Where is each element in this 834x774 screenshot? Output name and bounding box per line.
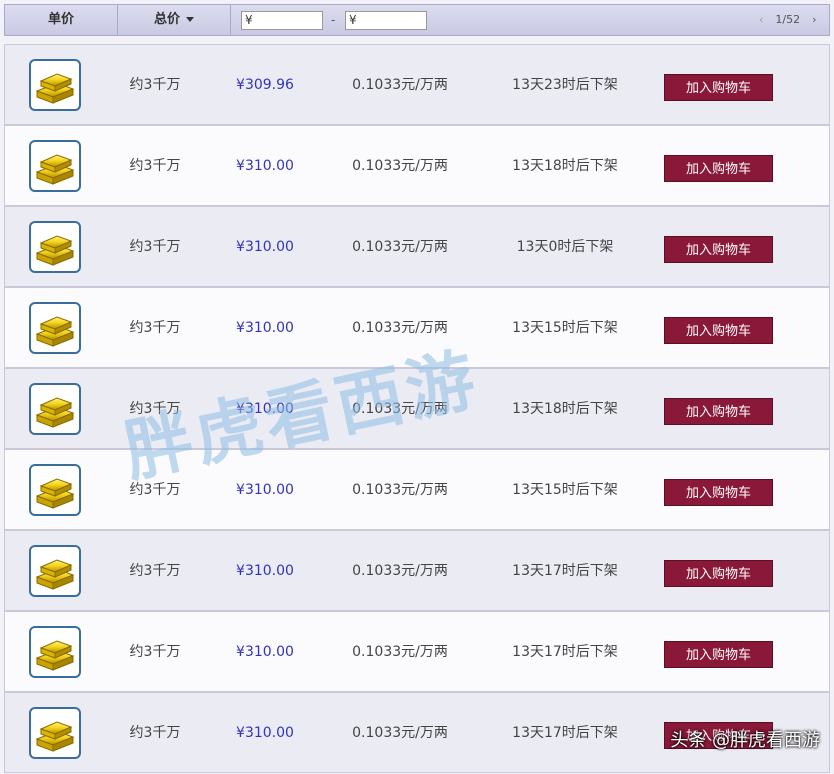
unit-price-cell: 0.1033元/万两 [352,77,448,93]
time-left-cell: 13天17时后下架 [512,725,618,741]
add-to-cart-button[interactable]: 加入购物车 [664,479,773,506]
table-row: 约3千万 ¥310.00 0.1033元/万两 13天17时后下架 加入购物车 [4,530,830,611]
pagination: ‹ 1/52 › [753,5,823,35]
gold-bars-icon[interactable] [29,464,81,516]
add-to-cart-button[interactable]: 加入购物车 [664,236,773,263]
min-price-input[interactable]: ¥ [241,11,323,30]
page-indicator: 1/52 [775,13,801,26]
unit-price-header[interactable]: 单价 [5,5,117,35]
time-left-cell: 13天18时后下架 [512,158,618,174]
listing-table: 约3千万 ¥309.96 0.1033元/万两 13天23时后下架 加入购物车 约3千万 ¥… [4,44,830,773]
total-price-cell: ¥310.00 [236,644,294,660]
amount-cell: 约3千万 [129,725,181,741]
time-left-cell: 13天15时后下架 [512,482,618,498]
total-price-sort-header[interactable]: 总价 [118,5,230,35]
unit-price-cell: 0.1033元/万两 [352,563,448,579]
total-price-cell: ¥310.00 [236,320,294,336]
table-row: 约3千万 ¥310.00 0.1033元/万两 13天15时后下架 加入购物车 [4,287,830,368]
total-price-label: 总价 [153,12,180,27]
table-row: 约3千万 ¥310.00 0.1033元/万两 13天18时后下架 加入购物车 [4,368,830,449]
gold-bars-icon[interactable] [29,140,81,192]
prev-page-icon[interactable]: ‹ [759,13,763,26]
gold-bars-icon[interactable] [29,302,81,354]
unit-price-cell: 0.1033元/万两 [352,239,448,255]
total-price-cell: ¥310.00 [236,158,294,174]
total-price-cell: ¥310.00 [236,725,294,741]
total-price-cell: ¥310.00 [236,239,294,255]
next-page-icon[interactable]: › [812,13,816,26]
total-price-cell: ¥310.00 [236,563,294,579]
amount-cell: 约3千万 [129,644,181,660]
unit-price-cell: 0.1033元/万两 [352,158,448,174]
max-price-input[interactable]: ¥ [345,11,427,30]
add-to-cart-button[interactable]: 加入购物车 [664,398,773,425]
total-price-cell: ¥310.00 [236,482,294,498]
add-to-cart-button[interactable]: 加入购物车 [664,641,773,668]
gold-bars-icon[interactable] [29,707,81,759]
table-row: 约3千万 ¥310.00 0.1033元/万两 13天0时后下架 加入购物车 [4,206,830,287]
unit-price-cell: 0.1033元/万两 [352,482,448,498]
time-left-cell: 13天17时后下架 [512,563,618,579]
gold-bars-icon[interactable] [29,59,81,111]
unit-price-cell: 0.1033元/万两 [352,725,448,741]
add-to-cart-button[interactable]: 加入购物车 [664,155,773,182]
table-row: 约3千万 ¥310.00 0.1033元/万两 13天15时后下架 加入购物车 [4,449,830,530]
gold-bars-icon[interactable] [29,383,81,435]
table-row: 约3千万 ¥309.96 0.1033元/万两 13天23时后下架 加入购物车 [4,44,830,125]
amount-cell: 约3千万 [129,239,181,255]
add-to-cart-button[interactable]: 加入购物车 [664,317,773,344]
unit-price-cell: 0.1033元/万两 [352,320,448,336]
table-header: 单价 总价 ¥ - ¥ ‹ 1/52 › [4,4,830,36]
add-to-cart-button[interactable]: 加入购物车 [664,560,773,587]
gold-bars-icon[interactable] [29,545,81,597]
unit-price-cell: 0.1033元/万两 [352,401,448,417]
amount-cell: 约3千万 [129,563,181,579]
table-row: 约3千万 ¥310.00 0.1033元/万两 13天17时后下架 加入购物车 [4,611,830,692]
time-left-cell: 13天17时后下架 [512,644,618,660]
time-left-cell: 13天23时后下架 [512,77,618,93]
price-range-dash: - [331,13,336,27]
table-row: 约3千万 ¥310.00 0.1033元/万两 13天18时后下架 加入购物车 [4,125,830,206]
time-left-cell: 13天15时后下架 [512,320,618,336]
total-price-cell: ¥310.00 [236,401,294,417]
amount-cell: 约3千万 [129,401,181,417]
time-left-cell: 13天18时后下架 [512,401,618,417]
gold-bars-icon[interactable] [29,626,81,678]
amount-cell: 约3千万 [129,158,181,174]
gold-bars-icon[interactable] [29,221,81,273]
header-divider [230,5,231,35]
amount-cell: 约3千万 [129,482,181,498]
total-price-cell: ¥309.96 [236,77,294,93]
unit-price-cell: 0.1033元/万两 [352,644,448,660]
source-credit: 头条 @胖虎看西游 [670,730,820,751]
amount-cell: 约3千万 [129,77,181,93]
amount-cell: 约3千万 [129,320,181,336]
time-left-cell: 13天0时后下架 [516,239,614,255]
add-to-cart-button[interactable]: 加入购物车 [664,74,773,101]
chevron-down-icon [186,17,194,22]
